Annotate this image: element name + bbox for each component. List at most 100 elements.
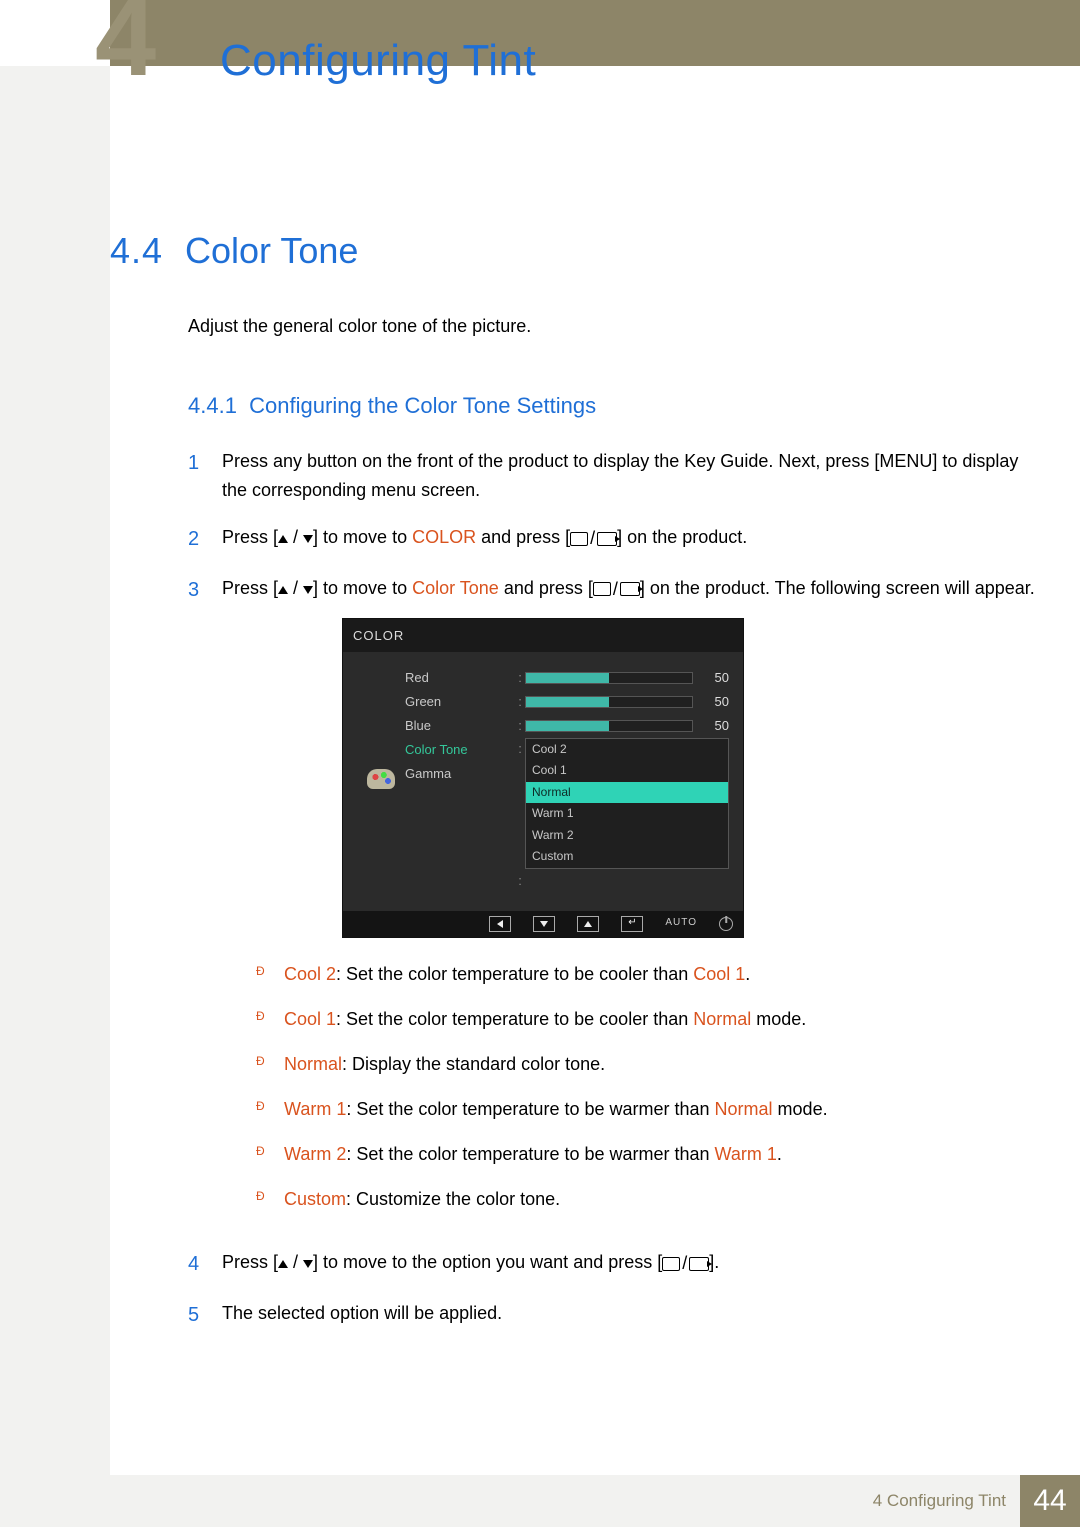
bullet-icon: Ð bbox=[256, 1140, 284, 1169]
source-enter-icon: / bbox=[570, 524, 617, 554]
step-number: 2 bbox=[188, 523, 222, 555]
down-triangle-icon bbox=[303, 1260, 313, 1268]
kw: Cool 1 bbox=[284, 1009, 336, 1029]
text: and press [ bbox=[476, 527, 570, 547]
text: : Display the standard color tone. bbox=[342, 1054, 605, 1074]
osd-panel: COLOR Red Green Blue Color Tone bbox=[342, 618, 744, 938]
bullet-icon: Ð bbox=[256, 1050, 284, 1079]
page-footer: 4 Configuring Tint 44 bbox=[0, 1475, 1080, 1527]
osd-label-gamma: Gamma bbox=[405, 762, 515, 786]
bullet-custom: ÐCustom: Customize the color tone. bbox=[256, 1185, 1040, 1214]
kw2: Normal bbox=[693, 1009, 751, 1029]
footer-chapter-ref: 4 Configuring Tint bbox=[873, 1491, 1006, 1511]
option-cool1: Cool 1 bbox=[526, 760, 728, 781]
step-number: 3 bbox=[188, 574, 222, 1231]
slider-bar bbox=[525, 720, 693, 732]
step-text: Press any button on the front of the pro… bbox=[222, 447, 1040, 505]
section-row: 4.4 Color Tone bbox=[110, 230, 1040, 272]
option-warm2: Warm 2 bbox=[526, 825, 728, 846]
down-triangle-icon bbox=[303, 586, 313, 594]
text: Press [ bbox=[222, 578, 278, 598]
bullet-icon: Ð bbox=[256, 1185, 284, 1214]
slider-bar bbox=[525, 696, 693, 708]
up-triangle-icon bbox=[278, 1260, 288, 1268]
text: . bbox=[777, 1144, 782, 1164]
left-gutter bbox=[0, 66, 110, 1475]
osd-btn-enter: ↵ bbox=[621, 916, 643, 932]
osd-values: :50 :50 :50 : Cool 2 Cool 1 Normal Wa bbox=[515, 666, 729, 893]
osd-screenshot: COLOR Red Green Blue Color Tone bbox=[342, 618, 1040, 938]
text: : Set the color temperature to be warmer… bbox=[346, 1099, 714, 1119]
osd-labels: Red Green Blue Color Tone Gamma bbox=[405, 666, 515, 893]
section-title: Color Tone bbox=[185, 230, 358, 272]
page: 4 Configuring Tint 4.4 Color Tone Adjust… bbox=[0, 0, 1080, 1527]
value: 50 bbox=[701, 715, 729, 736]
section-intro: Adjust the general color tone of the pic… bbox=[188, 316, 1040, 337]
menu-label: MENU bbox=[879, 451, 932, 471]
subsection-number: 4.4.1 bbox=[188, 393, 237, 418]
text: ] to move to the option you want and pre… bbox=[313, 1252, 662, 1272]
text: ] on the product. The following screen w… bbox=[640, 578, 1035, 598]
text: ] to move to bbox=[313, 578, 412, 598]
subsection-name: Configuring the Color Tone Settings bbox=[249, 393, 596, 418]
osd-colortone-options: Cool 2 Cool 1 Normal Warm 1 Warm 2 Custo… bbox=[525, 738, 729, 869]
text: ] to move to bbox=[313, 527, 412, 547]
text: ] on the product. bbox=[617, 527, 747, 547]
step-5: 5 The selected option will be applied. bbox=[188, 1299, 1040, 1331]
source-enter-icon: / bbox=[593, 574, 640, 604]
step-1: 1 Press any button on the front of the p… bbox=[188, 447, 1040, 505]
text: Press any button on the front of the pro… bbox=[222, 451, 879, 471]
section-number: 4.4 bbox=[110, 230, 185, 272]
up-triangle-icon bbox=[278, 586, 288, 594]
palette-icon bbox=[367, 769, 395, 789]
osd-row-green: :50 bbox=[515, 690, 729, 714]
osd-btn-up bbox=[577, 916, 599, 932]
text: . bbox=[745, 964, 750, 984]
down-triangle-icon bbox=[303, 535, 313, 543]
text: : Set the color temperature to be warmer… bbox=[346, 1144, 714, 1164]
osd-btn-back bbox=[489, 916, 511, 932]
power-icon bbox=[719, 917, 733, 931]
option-custom: Custom bbox=[526, 846, 728, 867]
kw: Custom bbox=[284, 1189, 346, 1209]
up-triangle-icon bbox=[278, 535, 288, 543]
bullet-cool2: ÐCool 2: Set the color temperature to be… bbox=[256, 960, 1040, 989]
kw: Warm 1 bbox=[284, 1099, 346, 1119]
osd-body: Red Green Blue Color Tone Gamma :50 :50 bbox=[343, 652, 743, 911]
osd-title: COLOR bbox=[343, 619, 743, 652]
option-normal-selected: Normal bbox=[526, 782, 728, 803]
kw2: Cool 1 bbox=[693, 964, 745, 984]
bullet-icon: Ð bbox=[256, 1005, 284, 1034]
step-number: 5 bbox=[188, 1299, 222, 1331]
step-3: 3 Press [ / ] to move to Color Tone and … bbox=[188, 574, 1040, 1231]
kw: Warm 2 bbox=[284, 1144, 346, 1164]
subsection-title: 4.4.1 Configuring the Color Tone Setting… bbox=[188, 393, 1040, 419]
bullet-cool1: ÐCool 1: Set the color temperature to be… bbox=[256, 1005, 1040, 1034]
kw2: Normal bbox=[715, 1099, 773, 1119]
osd-label-colortone: Color Tone bbox=[405, 738, 515, 762]
option-cool2: Cool 2 bbox=[526, 739, 728, 760]
osd-label-green: Green bbox=[405, 690, 515, 714]
text: Press [ bbox=[222, 527, 278, 547]
text: : Customize the color tone. bbox=[346, 1189, 560, 1209]
step-2: 2 Press [ / ] to move to COLOR and press… bbox=[188, 523, 1040, 555]
osd-label-blue: Blue bbox=[405, 714, 515, 738]
option-descriptions: Ð Cool 2 : Set the color temperature to be… bbox=[256, 960, 1040, 1215]
osd-label-red: Red bbox=[405, 666, 515, 690]
kw: Cool 2 bbox=[284, 964, 336, 984]
content: 4.4 Color Tone Adjust the general color … bbox=[110, 230, 1040, 1349]
value: 50 bbox=[701, 667, 729, 688]
osd-row-gamma: : bbox=[515, 869, 729, 893]
slider-bar bbox=[525, 672, 693, 684]
text: and press [ bbox=[499, 578, 593, 598]
step-number: 1 bbox=[188, 447, 222, 505]
keyword-color: COLOR bbox=[412, 527, 476, 547]
osd-row-blue: :50 bbox=[515, 714, 729, 738]
osd-row-red: :50 bbox=[515, 666, 729, 690]
kw: Normal bbox=[284, 1054, 342, 1074]
keyword-colortone: Color Tone bbox=[412, 578, 499, 598]
osd-footer: ↵ AUTO bbox=[343, 911, 743, 937]
page-number: 44 bbox=[1020, 1475, 1080, 1527]
value: 50 bbox=[701, 691, 729, 712]
text: mode. bbox=[773, 1099, 828, 1119]
